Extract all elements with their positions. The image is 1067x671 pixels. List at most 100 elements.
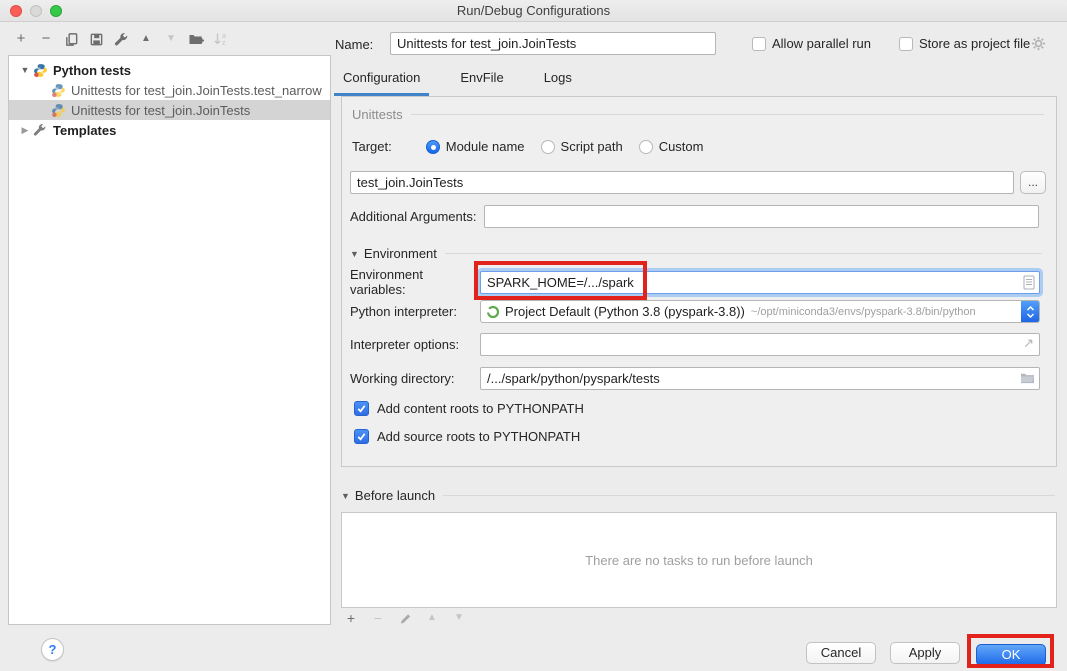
tree-item-unittest-narrow[interactable]: Unittests for test_join.JoinTests.test_n…	[9, 80, 330, 100]
before-launch-toolbar: + − ▲ ▼	[344, 611, 466, 625]
gear-icon[interactable]	[1031, 36, 1046, 51]
before-launch-empty-text: There are no tasks to run before launch	[585, 553, 813, 568]
wrench-icon	[33, 123, 48, 138]
expand-icon[interactable]	[1022, 337, 1035, 350]
module-name-input[interactable]	[350, 171, 1014, 194]
sort-alphabetically-icon[interactable]: az	[213, 31, 229, 47]
interpreter-value: Project Default (Python 3.8 (pyspark-3.8…	[505, 304, 745, 319]
save-icon[interactable]	[88, 31, 104, 47]
add-icon[interactable]: +	[13, 31, 29, 47]
python-test-icon	[51, 83, 66, 98]
chevron-down-icon[interactable]: ▼	[350, 249, 359, 259]
tab-label: Logs	[544, 70, 572, 85]
target-label: Target:	[352, 139, 392, 154]
tree-item-templates[interactable]: ▶ Templates	[9, 120, 330, 140]
checkbox-unchecked[interactable]	[752, 37, 766, 51]
remove-icon[interactable]: −	[371, 611, 385, 625]
store-as-project-file-checkbox[interactable]: Store as project file	[899, 36, 1030, 51]
apply-button[interactable]: Apply	[890, 642, 960, 664]
environment-variables-label: Environment variables:	[350, 267, 480, 297]
cancel-button[interactable]: Cancel	[806, 642, 876, 664]
tree-item-label: Python tests	[53, 63, 131, 78]
radio-unselected[interactable]	[541, 140, 555, 154]
environment-section-header[interactable]: ▼ Environment	[342, 246, 1056, 261]
zoom-window-button[interactable]	[50, 5, 62, 17]
before-launch-label: Before launch	[355, 488, 435, 503]
radio-selected[interactable]	[426, 140, 440, 154]
name-label: Name:	[335, 37, 373, 52]
configurations-toolbar: + − ▲ ▼ az	[13, 31, 229, 47]
edit-pencil-icon[interactable]	[398, 611, 412, 625]
allow-parallel-run-checkbox[interactable]: Allow parallel run	[752, 36, 871, 51]
checkbox-checked[interactable]	[354, 429, 369, 444]
radio-module-name[interactable]: Module name	[426, 139, 525, 154]
tab-label: EnvFile	[460, 70, 503, 85]
add-icon[interactable]: +	[344, 611, 358, 625]
additional-arguments-label: Additional Arguments:	[350, 209, 476, 224]
remove-icon[interactable]: −	[38, 31, 54, 47]
dropdown-stepper-icon[interactable]	[1021, 300, 1040, 323]
radio-label: Custom	[659, 139, 704, 154]
interpreter-options-field	[480, 333, 1040, 356]
divider	[445, 253, 1042, 254]
edit-variables-icon[interactable]	[1023, 275, 1035, 290]
environment-section-label: Environment	[364, 246, 437, 261]
chevron-down-icon[interactable]: ▼	[19, 65, 31, 75]
tree-item-label: Unittests for test_join.JoinTests.test_n…	[71, 83, 322, 98]
browse-button[interactable]: ...	[1020, 171, 1046, 194]
divider	[443, 495, 1055, 496]
tab-envfile[interactable]: EnvFile	[458, 66, 505, 96]
radio-label: Script path	[561, 139, 623, 154]
group-title: Unittests	[352, 107, 403, 122]
before-launch-section-header[interactable]: ▼ Before launch	[341, 488, 1057, 503]
additional-arguments-input[interactable]	[484, 205, 1039, 228]
window-title: Run/Debug Configurations	[0, 0, 1067, 22]
tab-configuration[interactable]: Configuration	[341, 66, 422, 96]
target-row: Target: Module name Script path Custom	[342, 139, 1056, 154]
environment-variables-row: Environment variables:	[342, 267, 1056, 297]
environment-variables-input[interactable]	[480, 271, 1040, 294]
chevron-right-icon[interactable]: ▶	[19, 125, 31, 136]
tree-item-python-tests[interactable]: ▼ Python tests	[9, 60, 330, 80]
python-interpreter-label: Python interpreter:	[350, 304, 480, 319]
move-down-icon[interactable]: ▼	[163, 31, 179, 47]
working-directory-input[interactable]	[480, 367, 1040, 390]
copy-icon[interactable]	[63, 31, 79, 47]
move-up-icon[interactable]: ▲	[138, 31, 154, 47]
minimize-window-button[interactable]	[30, 5, 42, 17]
checkbox-checked[interactable]	[354, 401, 369, 416]
radio-custom[interactable]: Custom	[639, 139, 704, 154]
add-source-roots-label: Add source roots to PYTHONPATH	[377, 429, 580, 444]
chevron-down-icon[interactable]: ▼	[341, 491, 350, 501]
tab-bar: Configuration EnvFile Logs	[341, 66, 574, 96]
before-launch-task-list: There are no tasks to run before launch	[341, 512, 1057, 608]
new-folder-icon[interactable]	[188, 31, 204, 47]
ok-button[interactable]: OK	[976, 644, 1046, 666]
help-button[interactable]: ?	[41, 638, 64, 661]
checkbox-unchecked[interactable]	[899, 37, 913, 51]
add-content-roots-row[interactable]: Add content roots to PYTHONPATH	[342, 401, 1056, 416]
tree-item-label: Templates	[53, 123, 116, 138]
move-up-icon[interactable]: ▲	[425, 611, 439, 625]
radio-script-path[interactable]: Script path	[541, 139, 623, 154]
edit-templates-wrench-icon[interactable]	[113, 31, 129, 47]
working-directory-row: Working directory:	[342, 367, 1056, 390]
tree-item-unittest-jointests[interactable]: Unittests for test_join.JoinTests	[9, 100, 330, 120]
add-source-roots-row[interactable]: Add source roots to PYTHONPATH	[342, 429, 1056, 444]
working-directory-field	[480, 367, 1040, 390]
name-input[interactable]	[390, 32, 716, 55]
close-window-button[interactable]	[10, 5, 22, 17]
tree-item-label: Unittests for test_join.JoinTests	[71, 103, 250, 118]
tab-logs[interactable]: Logs	[542, 66, 574, 96]
move-down-icon[interactable]: ▼	[452, 611, 466, 625]
python-icon	[33, 63, 48, 78]
python-interpreter-select[interactable]: Project Default (Python 3.8 (pyspark-3.8…	[480, 300, 1040, 323]
folder-icon[interactable]	[1020, 371, 1035, 384]
allow-parallel-run-label: Allow parallel run	[772, 36, 871, 51]
svg-text:z: z	[222, 40, 226, 47]
interpreter-options-row: Interpreter options:	[342, 333, 1056, 356]
radio-unselected[interactable]	[639, 140, 653, 154]
title-bar: Run/Debug Configurations	[0, 0, 1067, 22]
radio-label: Module name	[446, 139, 525, 154]
interpreter-options-input[interactable]	[480, 333, 1040, 356]
